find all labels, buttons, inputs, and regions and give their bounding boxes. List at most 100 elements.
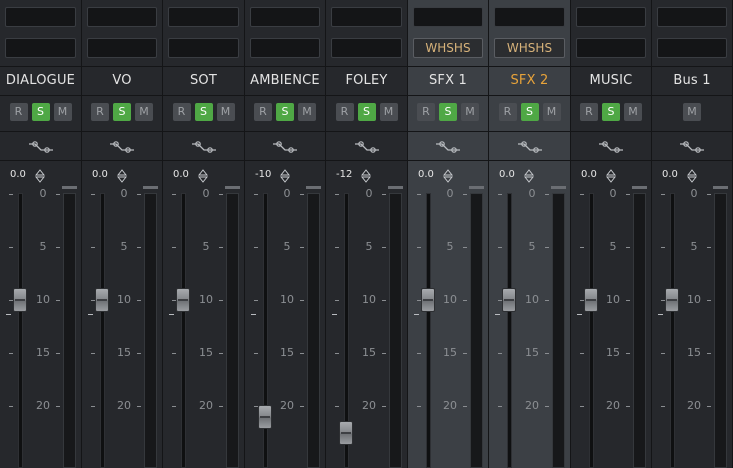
- insert-slot-empty[interactable]: [168, 7, 239, 27]
- channel-name-cell[interactable]: AMBIENCE: [245, 66, 325, 96]
- insert-slot-empty[interactable]: [250, 38, 320, 58]
- up-down-spinner-icon[interactable]: [523, 168, 535, 183]
- automation-curve-icon[interactable]: [189, 139, 219, 153]
- insert-slot-empty[interactable]: [331, 7, 402, 27]
- volume-fader[interactable]: [584, 288, 598, 312]
- up-down-spinner-icon[interactable]: [360, 168, 372, 183]
- solo-button[interactable]: S: [357, 103, 376, 121]
- insert-slot-empty[interactable]: [657, 38, 727, 58]
- up-down-spinner-icon[interactable]: [279, 168, 291, 183]
- channel-name-cell[interactable]: FOLEY: [326, 66, 407, 96]
- gain-value[interactable]: 0.0: [173, 169, 189, 180]
- mute-button[interactable]: M: [542, 103, 561, 121]
- insert-slot-empty[interactable]: [5, 7, 76, 27]
- record-button[interactable]: R: [498, 103, 517, 121]
- insert-slot-empty[interactable]: [250, 7, 320, 27]
- volume-fader[interactable]: [258, 405, 272, 429]
- insert-slot-empty[interactable]: [576, 38, 646, 58]
- automation-cell[interactable]: [82, 131, 162, 161]
- insert-slot-empty[interactable]: [494, 7, 565, 27]
- record-button[interactable]: R: [91, 103, 109, 121]
- channel-name-cell[interactable]: DIALOGUE: [0, 66, 81, 96]
- record-button[interactable]: R: [9, 103, 28, 121]
- volume-fader[interactable]: [339, 421, 353, 445]
- automation-curve-icon[interactable]: [596, 139, 626, 153]
- up-down-spinner-icon[interactable]: [116, 168, 128, 183]
- mute-button[interactable]: M: [683, 103, 701, 121]
- solo-button[interactable]: S: [113, 103, 131, 121]
- automation-cell[interactable]: [571, 131, 651, 161]
- gain-value[interactable]: 0.0: [92, 169, 108, 180]
- insert-slot[interactable]: WHSHS: [413, 38, 483, 58]
- insert-slot-empty[interactable]: [331, 38, 402, 58]
- gain-value[interactable]: -12: [336, 169, 352, 180]
- channel-name-cell[interactable]: VO: [82, 66, 162, 96]
- mute-button[interactable]: M: [461, 103, 479, 121]
- mute-button[interactable]: M: [53, 103, 72, 121]
- automation-cell[interactable]: [326, 131, 407, 161]
- channel-name-cell[interactable]: SFX 1: [408, 66, 488, 96]
- gain-value[interactable]: 0.0: [418, 169, 434, 180]
- channel-name-cell[interactable]: SFX 2: [489, 66, 570, 96]
- scale-tick: [335, 194, 339, 195]
- solo-button[interactable]: S: [439, 103, 457, 121]
- volume-fader[interactable]: [95, 288, 109, 312]
- volume-fader[interactable]: [421, 288, 435, 312]
- record-button[interactable]: R: [580, 103, 598, 121]
- channel-name-cell[interactable]: MUSIC: [571, 66, 651, 96]
- volume-fader[interactable]: [176, 288, 190, 312]
- automation-curve-icon[interactable]: [433, 139, 463, 153]
- gain-value[interactable]: -10: [255, 169, 271, 180]
- solo-button[interactable]: S: [194, 103, 213, 121]
- insert-slot-empty[interactable]: [87, 38, 157, 58]
- up-down-spinner-icon[interactable]: [686, 168, 698, 183]
- automation-curve-icon[interactable]: [352, 139, 382, 153]
- solo-button[interactable]: S: [31, 103, 50, 121]
- automation-cell[interactable]: [245, 131, 325, 161]
- channel-name-cell[interactable]: SOT: [163, 66, 244, 96]
- insert-slot-empty[interactable]: [657, 7, 727, 27]
- mute-button[interactable]: M: [216, 103, 235, 121]
- automation-cell[interactable]: [0, 131, 81, 161]
- mute-button[interactable]: M: [135, 103, 153, 121]
- insert-slot-empty[interactable]: [168, 38, 239, 58]
- automation-curve-icon[interactable]: [515, 139, 545, 153]
- automation-cell[interactable]: [489, 131, 570, 161]
- automation-cell[interactable]: [408, 131, 488, 161]
- solo-button[interactable]: S: [520, 103, 539, 121]
- gain-value[interactable]: 0.0: [662, 169, 678, 180]
- automation-curve-icon[interactable]: [270, 139, 300, 153]
- up-down-spinner-icon[interactable]: [605, 168, 617, 183]
- record-button[interactable]: R: [254, 103, 272, 121]
- record-button[interactable]: R: [172, 103, 191, 121]
- fader-scale-label: 0: [609, 187, 617, 200]
- record-button[interactable]: R: [417, 103, 435, 121]
- automation-cell[interactable]: [652, 131, 732, 161]
- channel-name-cell[interactable]: Bus 1: [652, 66, 732, 96]
- scale-tick: [707, 353, 711, 354]
- gain-value[interactable]: 0.0: [10, 169, 26, 180]
- automation-curve-icon[interactable]: [26, 139, 56, 153]
- record-button[interactable]: R: [335, 103, 354, 121]
- solo-button[interactable]: S: [276, 103, 294, 121]
- up-down-spinner-icon[interactable]: [34, 168, 46, 183]
- automation-cell[interactable]: [163, 131, 244, 161]
- automation-curve-icon[interactable]: [677, 139, 707, 153]
- up-down-spinner-icon[interactable]: [442, 168, 454, 183]
- volume-fader[interactable]: [665, 288, 679, 312]
- insert-slot-empty[interactable]: [87, 7, 157, 27]
- solo-button[interactable]: S: [602, 103, 620, 121]
- automation-curve-icon[interactable]: [107, 139, 137, 153]
- mute-button[interactable]: M: [624, 103, 642, 121]
- volume-fader[interactable]: [13, 288, 27, 312]
- insert-slot[interactable]: WHSHS: [494, 38, 565, 58]
- mute-button[interactable]: M: [379, 103, 398, 121]
- up-down-spinner-icon[interactable]: [197, 168, 209, 183]
- mute-button[interactable]: M: [298, 103, 316, 121]
- gain-value[interactable]: 0.0: [499, 169, 515, 180]
- volume-fader[interactable]: [502, 288, 516, 312]
- insert-slot-empty[interactable]: [576, 7, 646, 27]
- insert-slot-empty[interactable]: [5, 38, 76, 58]
- gain-value[interactable]: 0.0: [581, 169, 597, 180]
- insert-slot-empty[interactable]: [413, 7, 483, 27]
